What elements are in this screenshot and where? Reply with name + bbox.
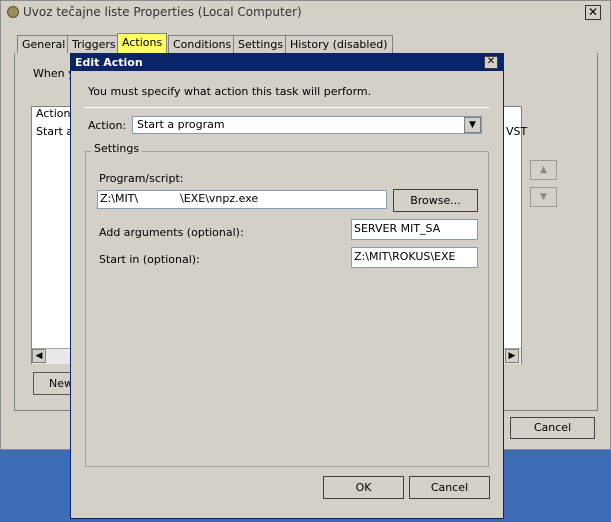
action-label: Action:	[88, 119, 127, 132]
instruction-divider	[84, 107, 490, 108]
tab-conditions[interactable]: Conditions	[168, 35, 237, 53]
properties-window-title: Uvoz tečajne liste Properties (Local Com…	[23, 5, 302, 19]
move-down-button[interactable]: ▼	[530, 187, 557, 207]
browse-button[interactable]: Browse...	[393, 189, 478, 212]
edit-action-close-button[interactable]: ✕	[484, 56, 498, 69]
tab-general[interactable]: General	[17, 35, 71, 53]
arguments-input[interactable]: SERVER MIT_SA	[351, 219, 478, 240]
list-item[interactable]: Start a	[36, 125, 73, 138]
tab-history[interactable]: History (disabled)	[285, 35, 393, 53]
scroll-left-icon[interactable]: ◀	[32, 349, 46, 363]
scroll-right-icon[interactable]: ▶	[505, 349, 519, 363]
properties-cancel-button[interactable]: Cancel	[510, 417, 595, 439]
tab-triggers[interactable]: Triggers	[67, 35, 121, 53]
task-clock-icon	[7, 6, 19, 18]
ok-button[interactable]: OK	[323, 476, 404, 499]
edit-action-titlebar: Edit Action ✕	[71, 54, 503, 71]
properties-close-button[interactable]: ✕	[585, 5, 601, 20]
tab-settings[interactable]: Settings	[233, 35, 289, 53]
edit-action-dialog: Edit Action ✕ You must specify what acti…	[70, 53, 504, 519]
list-header-action[interactable]: Action	[36, 107, 70, 120]
list-header-details: VST	[506, 125, 528, 138]
start-in-label: Start in (optional):	[99, 253, 200, 266]
chevron-down-icon[interactable]: ▼	[464, 117, 481, 133]
program-script-input[interactable]: Z:\MIT\ \EXE\vnpz.exe	[97, 190, 387, 209]
action-dropdown-value: Start a program	[137, 118, 225, 131]
actions-description: When y	[33, 67, 75, 80]
program-script-label: Program/script:	[99, 172, 184, 185]
instruction-text: You must specify what action this task w…	[88, 85, 372, 98]
action-dropdown[interactable]: Start a program	[132, 116, 482, 134]
move-up-button[interactable]: ▲	[530, 160, 557, 180]
cancel-button[interactable]: Cancel	[409, 476, 490, 499]
edit-action-title: Edit Action	[75, 56, 143, 69]
settings-group-label: Settings	[91, 142, 143, 155]
arguments-label: Add arguments (optional):	[99, 226, 244, 239]
tab-actions[interactable]: Actions	[117, 33, 168, 53]
properties-titlebar: Uvoz tečajne liste Properties (Local Com…	[1, 1, 610, 23]
start-in-input[interactable]: Z:\MIT\ROKUS\EXE	[351, 247, 478, 268]
